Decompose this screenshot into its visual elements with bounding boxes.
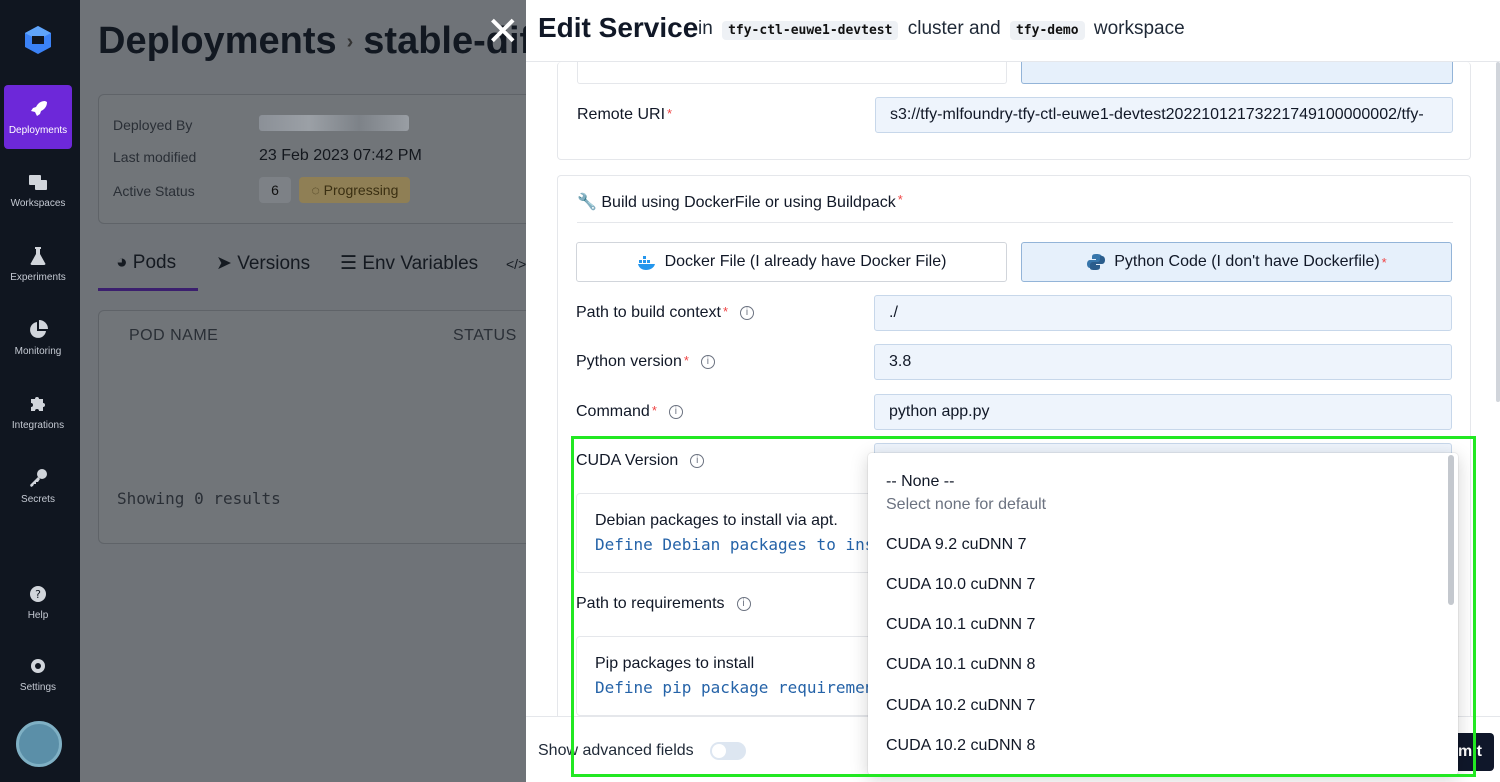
gear-icon — [31, 658, 45, 673]
sidebar-item-secrets[interactable]: Secrets — [4, 454, 72, 518]
dropdown-option[interactable]: CUDA 10.1 cuDNN 8 — [886, 656, 1035, 674]
active-count-badge: 6 — [259, 177, 291, 203]
tab-bar: ◕ Pods ➤ Versions ☰ Env Variables </> — [98, 240, 528, 292]
empty-results-text: Showing 0 results — [117, 489, 281, 508]
remote-uri-label: Remote URI * — [577, 106, 673, 123]
deployed-by-label: Deployed By — [113, 117, 193, 133]
tab-versions[interactable]: ➤ Versions — [216, 252, 310, 275]
source-option-right[interactable] — [1021, 62, 1453, 84]
python-icon — [1087, 254, 1106, 270]
chevron-right-icon: › — [346, 31, 354, 54]
sidebar-item-deployments[interactable]: Deployments — [4, 85, 72, 149]
sidebar-item-monitoring[interactable]: Monitoring — [4, 306, 72, 370]
drawer-scrollbar[interactable] — [1496, 62, 1500, 402]
pip-packages-link[interactable]: Define pip package requirements. — [595, 678, 903, 697]
wrench-icon: 🔧 — [577, 194, 597, 211]
page-title: Edit Service — [538, 12, 699, 43]
source-option-left[interactable] — [577, 62, 1007, 84]
sidebar-item-label: Monitoring — [14, 345, 62, 357]
dropdown-option-none-hint: Select none for default — [886, 496, 1047, 513]
docker-file-option[interactable]: Docker File (I already have Docker File) — [576, 242, 1007, 282]
active-tab-indicator — [98, 288, 198, 291]
command-input[interactable]: python app.py — [874, 394, 1452, 430]
pip-packages-card: Pip packages to install Define pip packa… — [576, 636, 903, 716]
avatar[interactable] — [16, 721, 62, 767]
pie-chart-icon — [30, 319, 48, 338]
sidebar-item-label: Experiments — [10, 271, 66, 283]
info-icon[interactable]: i — [690, 453, 705, 468]
active-status-label: Active Status — [113, 183, 195, 199]
workspaces-icon — [29, 174, 47, 190]
puzzle-icon — [31, 396, 45, 411]
tab-pods[interactable]: ◕ Pods — [116, 252, 176, 274]
column-header-pod-name: POD NAME — [129, 327, 219, 344]
status-badge: ◌ Progressing — [299, 177, 411, 203]
sidebar-item-label: Integrations — [11, 419, 65, 431]
sidebar-item-workspaces[interactable]: Workspaces — [4, 158, 72, 222]
remote-uri-input[interactable]: s3://tfy-mlfoundry-tfy-ctl-euwe1-devtest… — [875, 97, 1453, 133]
sidebar-item-experiments[interactable]: Experiments — [4, 232, 72, 296]
sidebar-item-settings[interactable]: Settings — [4, 642, 72, 706]
info-icon[interactable]: i — [668, 404, 683, 419]
drawer-subtitle: in tfy-ctl-euwe1-devtest cluster and tfy… — [698, 18, 1185, 40]
path-context-input[interactable]: ./ — [874, 295, 1452, 331]
build-section-label: 🔧 Build using DockerFile or using Buildp… — [577, 192, 903, 211]
dropdown-option[interactable]: CUDA 10.2 cuDNN 7 — [886, 697, 1035, 715]
advanced-fields-label: Show advanced fields — [538, 742, 694, 759]
dropdown-scrollbar[interactable] — [1448, 455, 1454, 605]
cluster-chip: tfy-ctl-euwe1-devtest — [722, 21, 899, 40]
last-modified-label: Last modified — [113, 149, 197, 165]
requirements-label: Path to requirements i — [576, 595, 751, 613]
deployment-info-card: Deployed By Last modified 23 Feb 2023 07… — [98, 94, 538, 224]
last-modified-value: 23 Feb 2023 07:42 PM — [259, 147, 422, 164]
python-version-label: Python version * i — [576, 353, 715, 371]
sidebar-item-integrations[interactable]: Integrations — [4, 380, 72, 444]
python-code-option[interactable]: Python Code (I don't have Dockerfile) * — [1021, 242, 1452, 282]
docker-icon — [637, 256, 655, 270]
info-icon[interactable]: i — [740, 305, 755, 320]
column-header-status: STATUS — [453, 327, 517, 344]
flask-icon — [30, 246, 46, 265]
code-icon[interactable]: </> — [506, 256, 526, 272]
info-icon[interactable]: i — [736, 596, 751, 611]
workspace-chip: tfy-demo — [1009, 21, 1085, 40]
path-context-label: Path to build context * i — [576, 304, 755, 322]
cuda-version-dropdown: -- None -- Select none for default CUDA … — [868, 453, 1458, 775]
advanced-fields-toggle[interactable] — [710, 742, 746, 760]
dropdown-option[interactable]: CUDA 10.0 cuDNN 7 — [886, 576, 1035, 594]
dropdown-option[interactable]: CUDA 9.2 cuDNN 7 — [886, 536, 1027, 554]
sidebar-item-label: Settings — [19, 681, 57, 693]
pip-packages-title: Pip packages to install — [595, 655, 755, 672]
debian-packages-title: Debian packages to install via apt. — [595, 512, 838, 529]
svg-text:?: ? — [35, 588, 41, 601]
debian-packages-card: Debian packages to install via apt. Defi… — [576, 493, 942, 573]
pods-table: POD NAME STATUS Showing 0 results — [98, 310, 538, 544]
sidebar-item-label: Secrets — [21, 493, 55, 505]
breadcrumb-root[interactable]: Deployments — [98, 20, 337, 62]
cuda-version-label: CUDA Version i — [576, 452, 705, 470]
source-panel: Remote URI * s3://tfy-mlfoundry-tfy-ctl-e… — [557, 62, 1471, 160]
app-logo-icon[interactable] — [22, 24, 54, 56]
sidebar-item-label: Deployments — [8, 124, 68, 136]
dropdown-option[interactable]: CUDA 10.1 cuDNN 7 — [886, 616, 1035, 634]
command-label: Command * i — [576, 403, 683, 421]
python-version-input[interactable]: 3.8 — [874, 344, 1452, 380]
sidebar-item-label: Help — [27, 609, 49, 621]
divider — [577, 222, 1453, 223]
tab-env-variables[interactable]: ☰ Env Variables — [340, 252, 478, 275]
active-status-value: 6 ◌ Progressing — [259, 177, 411, 203]
sidebar-item-label: Workspaces — [10, 197, 66, 209]
sidebar-item-help[interactable]: ? Help — [4, 570, 72, 634]
info-icon[interactable]: i — [700, 354, 715, 369]
sidebar: Deployments Workspaces Experiments Monit… — [0, 0, 80, 782]
rocket-icon — [31, 100, 47, 116]
dropdown-option-none[interactable]: -- None -- — [886, 473, 954, 491]
help-icon: ? — [30, 585, 46, 602]
dropdown-option[interactable]: CUDA 10.2 cuDNN 8 — [886, 737, 1035, 755]
close-icon[interactable]: ✕ — [486, 12, 520, 52]
drawer-header: Edit Service in tfy-ctl-euwe1-devtest cl… — [526, 0, 1500, 62]
key-icon — [30, 468, 47, 487]
deployment-detail-page: Deployments › stable-difus Deployed By Las… — [80, 0, 577, 782]
deployed-by-value — [259, 115, 409, 136]
